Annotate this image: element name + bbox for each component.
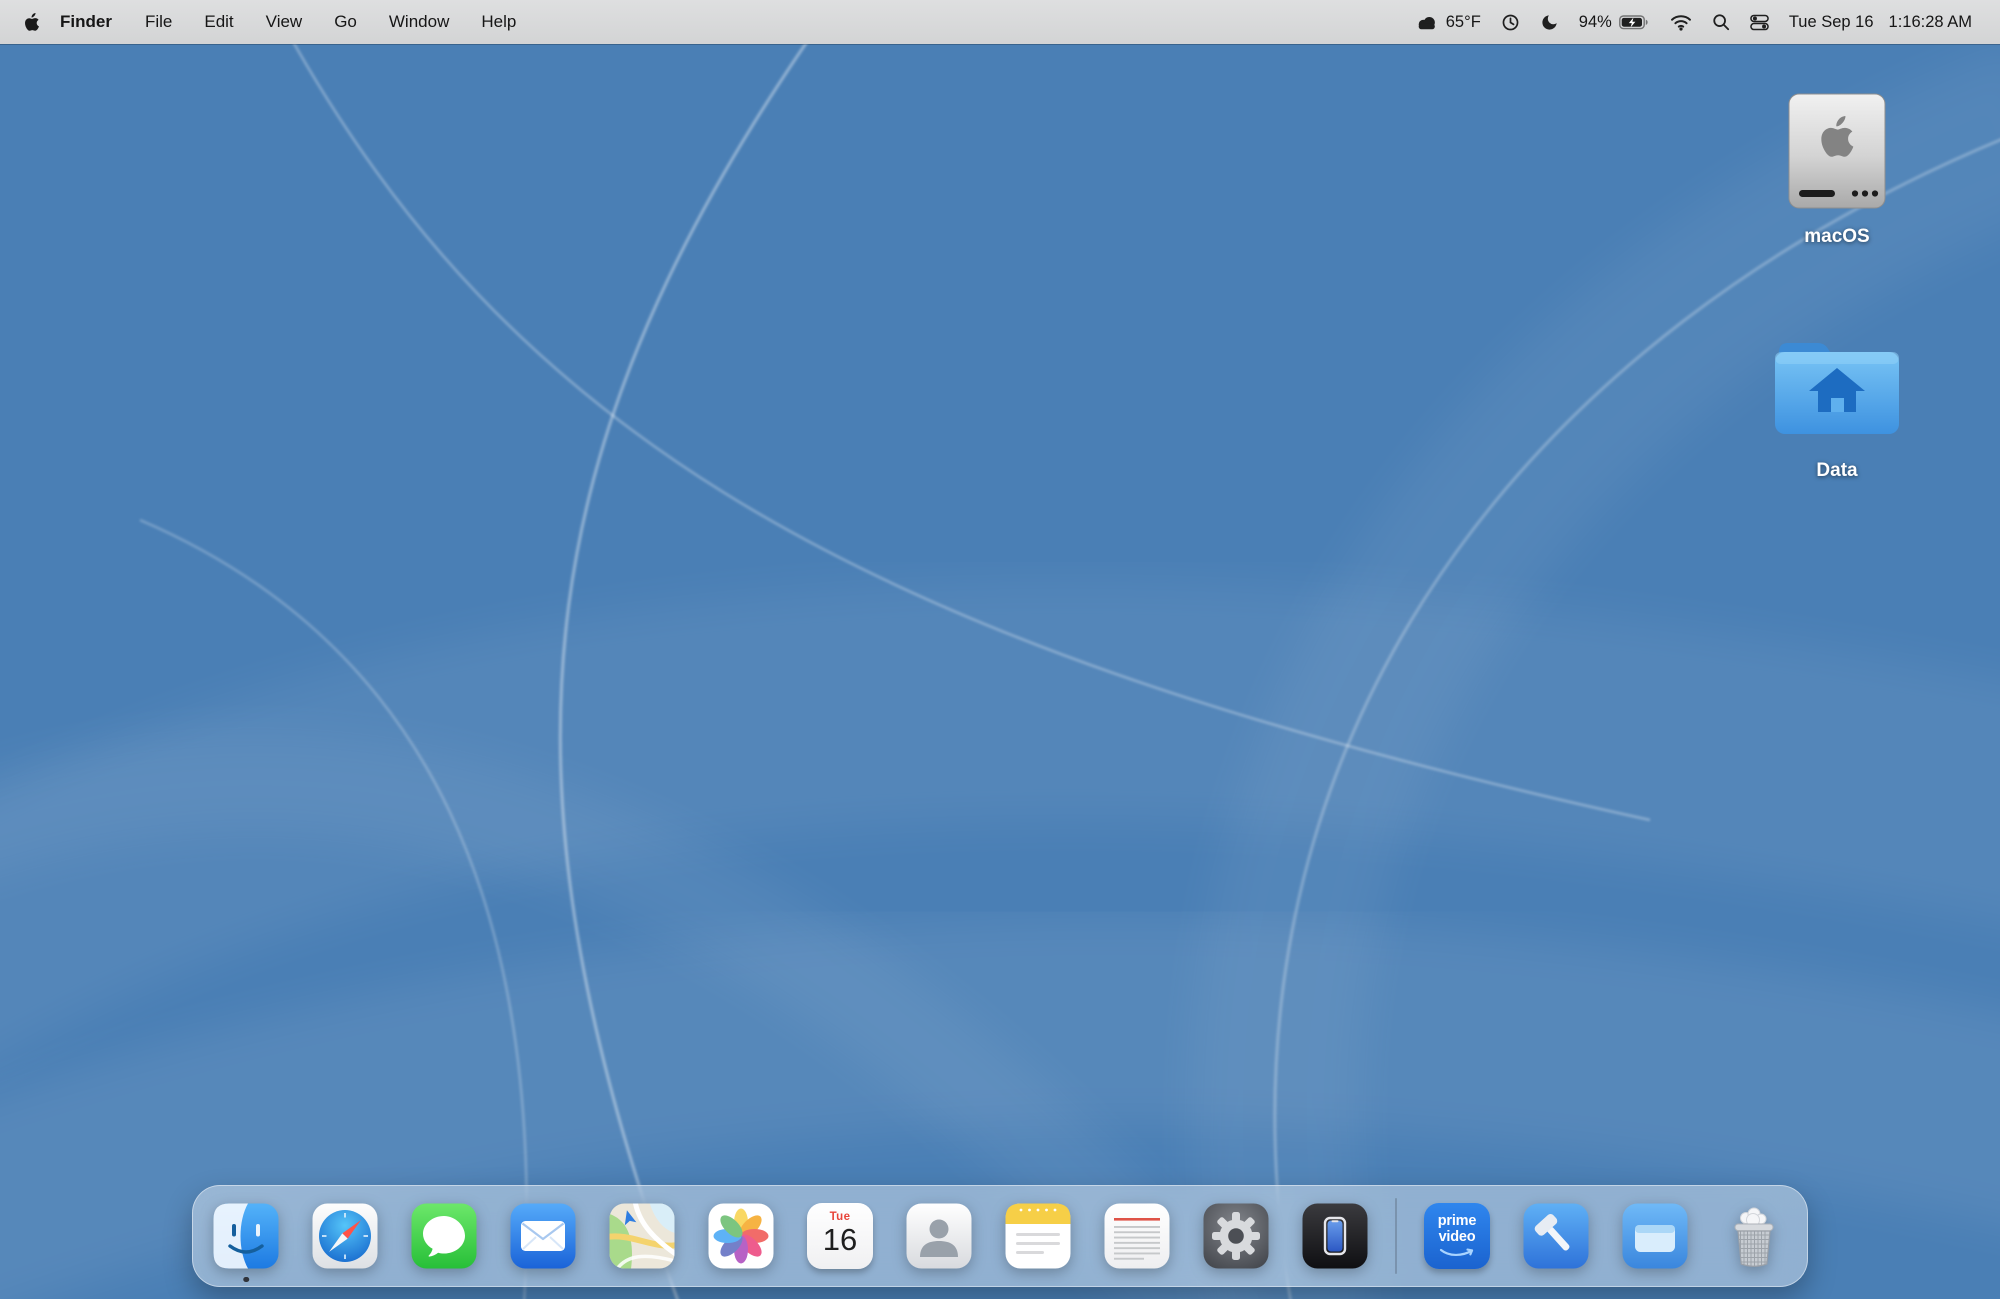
dock-calendar[interactable]: Tue 16 [807, 1203, 873, 1269]
notes-icon [1005, 1203, 1071, 1269]
hard-drive-icon [1785, 92, 1889, 212]
trash-icon [1721, 1203, 1787, 1269]
search-icon [1712, 13, 1730, 31]
safari-icon [312, 1203, 378, 1269]
contacts-icon [906, 1203, 972, 1269]
menu-edit[interactable]: Edit [188, 12, 249, 32]
dock-prime-video[interactable]: prime video [1424, 1203, 1490, 1269]
photos-icon [708, 1203, 774, 1269]
wallpaper-curves [0, 0, 2000, 1299]
maps-icon [609, 1203, 675, 1269]
dock-textedit[interactable] [1104, 1203, 1170, 1269]
desktop-icon-label: macOS [1804, 226, 1869, 248]
dock: Tue 16 [192, 1185, 1808, 1287]
prime-video-text: prime [1438, 1214, 1477, 1230]
dock-maps[interactable] [609, 1203, 675, 1269]
dock-folder[interactable] [1622, 1203, 1688, 1269]
running-indicator [243, 1277, 249, 1283]
desktop-icon-data-folder[interactable]: Data [1752, 330, 1922, 482]
dock-notes[interactable] [1005, 1203, 1071, 1269]
mail-icon [510, 1203, 576, 1269]
menu-view[interactable]: View [250, 12, 319, 32]
prime-video-text: video [1439, 1230, 1476, 1246]
window-folder-icon [1622, 1203, 1688, 1269]
menu-file[interactable]: File [129, 12, 188, 32]
gear-icon [1203, 1203, 1269, 1269]
cloud-icon [1415, 14, 1439, 31]
focus-menu-extra[interactable] [1540, 13, 1559, 32]
desktop-icon-label: Data [1816, 460, 1857, 482]
messages-icon [411, 1203, 477, 1269]
menu-bar-left: Finder File Edit View Go Window Help [24, 12, 532, 32]
dock-system-settings[interactable] [1203, 1203, 1269, 1269]
menu-time: 1:16:28 AM [1889, 13, 1972, 32]
apple-menu[interactable] [24, 13, 40, 32]
desktop-wallpaper [0, 0, 2000, 1299]
textedit-icon [1104, 1203, 1170, 1269]
menu-date: Tue Sep 16 [1789, 13, 1874, 32]
app-menu-title[interactable]: Finder [46, 12, 129, 32]
moon-icon [1540, 13, 1559, 32]
menu-help[interactable]: Help [465, 12, 532, 32]
battery-charging-icon [1619, 15, 1650, 30]
weather-status[interactable]: 65°F [1415, 13, 1481, 32]
clock-menu-extra[interactable] [1501, 13, 1520, 32]
menu-bar: Finder File Edit View Go Window Help 65°… [0, 0, 2000, 44]
desktop-icon-macos-drive[interactable]: macOS [1752, 92, 1922, 248]
menu-bar-status: 65°F 94% [1415, 13, 1972, 32]
prime-smile-icon [1439, 1248, 1475, 1258]
weather-temp: 65°F [1446, 13, 1481, 32]
hammer-icon [1523, 1203, 1589, 1269]
iphone-icon [1302, 1203, 1368, 1269]
prime-video-icon: prime video [1424, 1203, 1490, 1269]
finder-icon [213, 1203, 279, 1269]
dock-safari[interactable] [312, 1203, 378, 1269]
wifi-icon [1670, 14, 1692, 31]
dock-messages[interactable] [411, 1203, 477, 1269]
dock-separator [1395, 1198, 1397, 1274]
menu-go[interactable]: Go [318, 12, 373, 32]
dock-contacts[interactable] [906, 1203, 972, 1269]
battery-status[interactable]: 94% [1579, 13, 1650, 32]
calendar-day: 16 [823, 1224, 857, 1256]
dock-trash[interactable] [1721, 1203, 1787, 1269]
calendar-icon: Tue 16 [807, 1203, 873, 1269]
dock-iphone-mirroring[interactable] [1302, 1203, 1368, 1269]
wifi-menu-extra[interactable] [1670, 14, 1692, 31]
battery-percent: 94% [1579, 13, 1612, 32]
dock-mail[interactable] [510, 1203, 576, 1269]
control-center-menu-extra[interactable] [1750, 13, 1769, 32]
apple-logo-icon [24, 13, 40, 32]
dock-finder[interactable] [213, 1203, 279, 1269]
control-center-icon [1750, 13, 1769, 32]
dock-photos[interactable] [708, 1203, 774, 1269]
dock-xcode[interactable] [1523, 1203, 1589, 1269]
folder-home-icon [1767, 330, 1907, 440]
menu-window[interactable]: Window [373, 12, 465, 32]
clock-icon [1501, 13, 1520, 32]
spotlight-menu-extra[interactable] [1712, 13, 1730, 31]
menu-bar-clock[interactable]: Tue Sep 16 1:16:28 AM [1789, 13, 1972, 32]
